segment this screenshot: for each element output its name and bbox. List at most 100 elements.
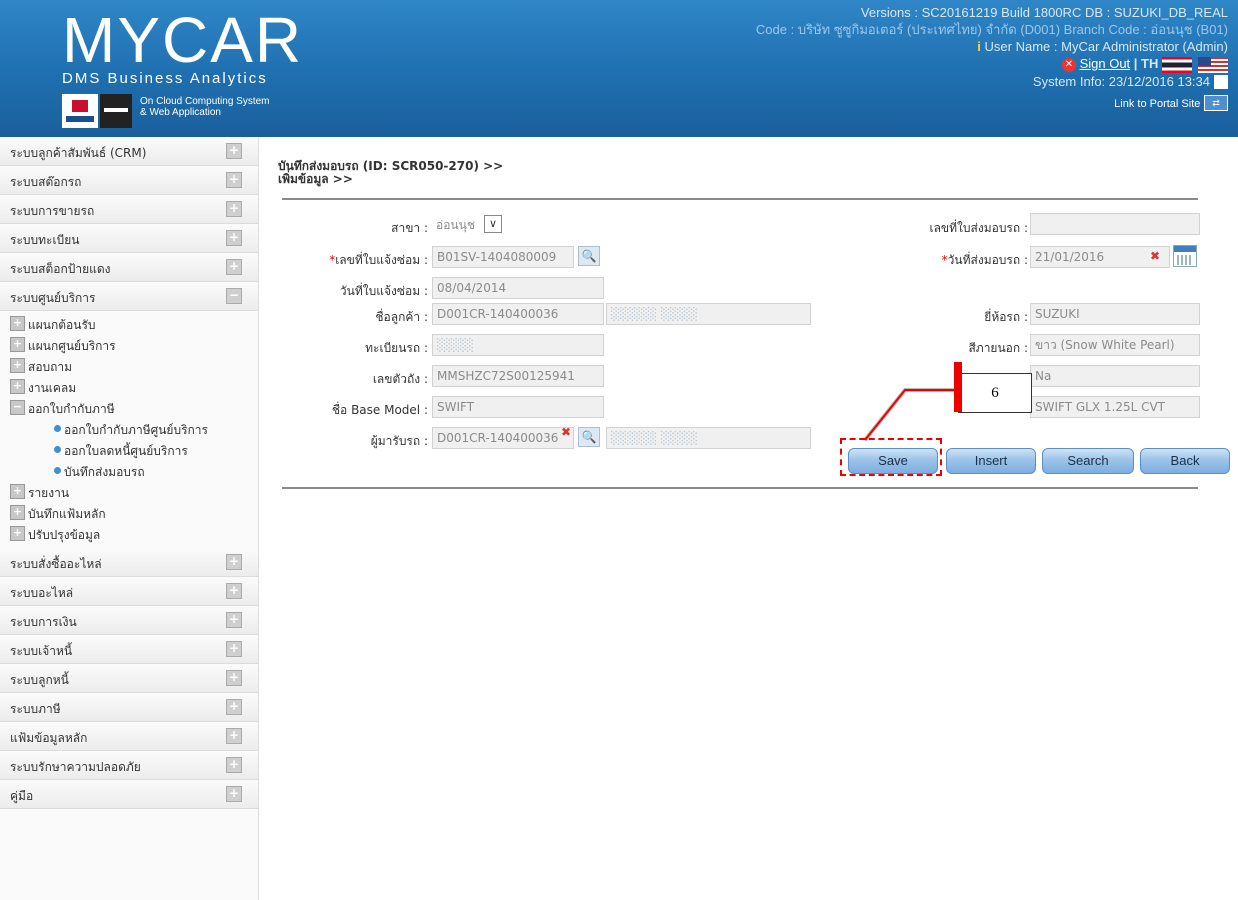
thai-flag-icon[interactable] bbox=[1162, 56, 1192, 73]
sidebar-leaf-item[interactable]: ออกใบกำกับภาษีศูนย์บริการ bbox=[0, 418, 258, 439]
expand-icon[interactable]: + bbox=[10, 337, 25, 352]
search-icon[interactable]: 🔍 bbox=[578, 246, 600, 266]
expand-icon[interactable]: + bbox=[10, 316, 25, 331]
back-button[interactable]: Back bbox=[1140, 448, 1230, 474]
receiver-code-field[interactable]: D001CR-140400036 bbox=[432, 427, 574, 449]
sidebar-item[interactable]: ระบบอะไหล่ + bbox=[0, 577, 258, 606]
sidebar-item[interactable]: แฟ้มข้อมูลหลัก + bbox=[0, 722, 258, 751]
sign-out-link[interactable]: Sign Out bbox=[1080, 56, 1131, 71]
expand-icon[interactable]: + bbox=[226, 172, 242, 188]
expand-icon[interactable]: + bbox=[226, 143, 242, 159]
expand-icon[interactable]: + bbox=[226, 728, 242, 744]
calendar-icon[interactable] bbox=[1173, 245, 1197, 267]
sidebar-item-label: คู่มือ bbox=[10, 789, 34, 803]
sidebar-item[interactable]: ระบบสั่งซื้ออะไหล่ + bbox=[0, 548, 258, 577]
sidebar-subitem[interactable]: + งานเคลม bbox=[0, 376, 258, 397]
expand-icon[interactable]: + bbox=[226, 612, 242, 628]
expand-icon[interactable]: + bbox=[10, 358, 25, 373]
expand-icon[interactable]: + bbox=[226, 554, 242, 570]
user-name: User Name : MyCar Administrator (Admin) bbox=[984, 39, 1228, 54]
sidebar-item-label: ระบบลูกค้าสัมพันธ์ (CRM) bbox=[10, 146, 147, 160]
sidebar-item[interactable]: ระบบลูกหนี้ + bbox=[0, 664, 258, 693]
sidebar-subitem[interactable]: + บันทึกแฟ้มหลัก bbox=[0, 502, 258, 523]
sign-out-icon[interactable]: ✕ bbox=[1061, 57, 1076, 72]
base-model-field: SWIFT bbox=[432, 396, 604, 418]
customer-code-field[interactable]: D001CR-140400036 bbox=[432, 303, 604, 325]
sidebar-item-label: ระบบการขายรถ bbox=[10, 204, 95, 218]
tagline-line-2: & Web Application bbox=[140, 107, 221, 118]
expand-icon[interactable]: − bbox=[226, 288, 242, 304]
sidebar-item[interactable]: ระบบภาษี + bbox=[0, 693, 258, 722]
sidebar-item[interactable]: ระบบสต็อกป้ายแดง + bbox=[0, 253, 258, 282]
expand-icon[interactable]: + bbox=[10, 505, 25, 520]
english-flag-icon[interactable] bbox=[1198, 56, 1228, 73]
header-info: Versions : SC20161219 Build 1800RC DB : … bbox=[756, 4, 1228, 113]
sidebar-subitem-label: รายงาน bbox=[28, 486, 70, 500]
clear-icon[interactable]: ✖ bbox=[1150, 249, 1160, 263]
expand-icon[interactable]: + bbox=[10, 484, 25, 499]
sidebar-subitem-label: งานเคลม bbox=[28, 381, 77, 395]
logo-title: MYCAR bbox=[62, 4, 304, 76]
expand-icon[interactable]: + bbox=[226, 201, 242, 217]
sidebar-item[interactable]: ระบบศูนย์บริการ − bbox=[0, 282, 258, 311]
expand-icon[interactable]: + bbox=[226, 670, 242, 686]
sidebar-leaf-item[interactable]: บันทึกส่งมอบรถ bbox=[0, 460, 258, 481]
sidebar-item[interactable]: ระบบการขายรถ + bbox=[0, 195, 258, 224]
search-icon[interactable]: 🔍 bbox=[578, 427, 600, 447]
sidebar-item[interactable]: ระบบทะเบียน + bbox=[0, 224, 258, 253]
expand-icon[interactable]: + bbox=[226, 230, 242, 246]
delivery-no-field[interactable] bbox=[1030, 213, 1200, 235]
language-th[interactable]: | TH bbox=[1134, 56, 1159, 71]
sidebar-leaf-item[interactable]: ออกใบลดหนี้ศูนย์บริการ bbox=[0, 439, 258, 460]
expand-icon[interactable]: + bbox=[10, 526, 25, 541]
checkbox[interactable] bbox=[1214, 75, 1228, 90]
sidebar-item[interactable]: ระบบสต๊อกรถ + bbox=[0, 166, 258, 195]
repair-date-label: วันที่ใบแจ้งซ่อม : bbox=[339, 284, 428, 298]
chevron-down-icon[interactable]: ∨ bbox=[484, 215, 502, 233]
sidebar-item[interactable]: ระบบรักษาความปลอดภัย + bbox=[0, 751, 258, 780]
interior-field: Na bbox=[1030, 365, 1200, 387]
bullet-icon bbox=[54, 446, 61, 453]
expand-icon[interactable]: + bbox=[226, 259, 242, 275]
sidebar-item[interactable]: คู่มือ + bbox=[0, 780, 258, 809]
insert-button[interactable]: Insert bbox=[946, 448, 1036, 474]
sidebar-subitem[interactable]: − ออกใบกำกับภาษี bbox=[0, 397, 258, 418]
plate-field: ░░░░ bbox=[432, 334, 604, 356]
sidebar-subitem[interactable]: + สอบถาม bbox=[0, 355, 258, 376]
brand-field: SUZUKI bbox=[1030, 303, 1200, 325]
plate-label: ทะเบียนรถ : bbox=[365, 341, 428, 355]
expand-icon[interactable]: − bbox=[10, 400, 25, 415]
sidebar-item[interactable]: ระบบเจ้าหนี้ + bbox=[0, 635, 258, 664]
portal-link[interactable]: Link to Portal Site bbox=[1114, 98, 1200, 110]
sidebar-subitem[interactable]: + ปรับปรุงข้อมูล bbox=[0, 523, 258, 544]
repair-no-field[interactable]: B01SV-1404080009 bbox=[432, 246, 574, 268]
exterior-color-label: สีภายนอก : bbox=[968, 341, 1028, 355]
company-info: Code : บริษัท ซูซูกิมอเตอร์ (ประเทศไทย) … bbox=[755, 22, 1228, 37]
delivery-no-label: เลขที่ใบส่งมอบรถ : bbox=[929, 221, 1028, 235]
expand-icon[interactable]: + bbox=[226, 583, 242, 599]
clear-icon[interactable]: ✖ bbox=[561, 425, 571, 439]
expand-icon[interactable]: + bbox=[226, 786, 242, 802]
sidebar-item[interactable]: ระบบลูกค้าสัมพันธ์ (CRM) + bbox=[0, 137, 258, 166]
expand-icon[interactable]: + bbox=[10, 379, 25, 394]
sidebar-subitem[interactable]: + รายงาน bbox=[0, 481, 258, 502]
portal-icon[interactable]: ⇄ bbox=[1204, 95, 1228, 112]
customer-label: ชื่อลูกค้า : bbox=[375, 310, 428, 324]
expand-icon[interactable]: + bbox=[226, 699, 242, 715]
sidebar-subitem[interactable]: + แผนกศูนย์บริการ bbox=[0, 334, 258, 355]
version-info: Versions : SC20161219 Build 1800RC DB : … bbox=[860, 5, 1228, 20]
bullet-icon bbox=[54, 425, 61, 432]
sidebar-item-label: ระบบทะเบียน bbox=[10, 233, 80, 247]
delivery-date-field[interactable]: 21/01/2016 bbox=[1030, 246, 1170, 268]
sidebar-subitem-label: บันทึกแฟ้มหลัก bbox=[28, 507, 106, 521]
sidebar-item-label: ระบบศูนย์บริการ bbox=[10, 291, 96, 305]
expand-icon[interactable]: + bbox=[226, 757, 242, 773]
sidebar-item-label: ระบบสต็อกป้ายแดง bbox=[10, 262, 111, 276]
expand-icon[interactable]: + bbox=[226, 641, 242, 657]
page-title-line-2: เพิ่มข้อมูล >> bbox=[278, 172, 353, 186]
repair-date-field[interactable]: 08/04/2014 bbox=[432, 277, 604, 299]
sidebar-subitem[interactable]: + แผนกต้อนรับ bbox=[0, 313, 258, 334]
search-button[interactable]: Search bbox=[1042, 448, 1134, 474]
sidebar-item[interactable]: ระบบการเงิน + bbox=[0, 606, 258, 635]
user-icon: i bbox=[977, 39, 981, 54]
